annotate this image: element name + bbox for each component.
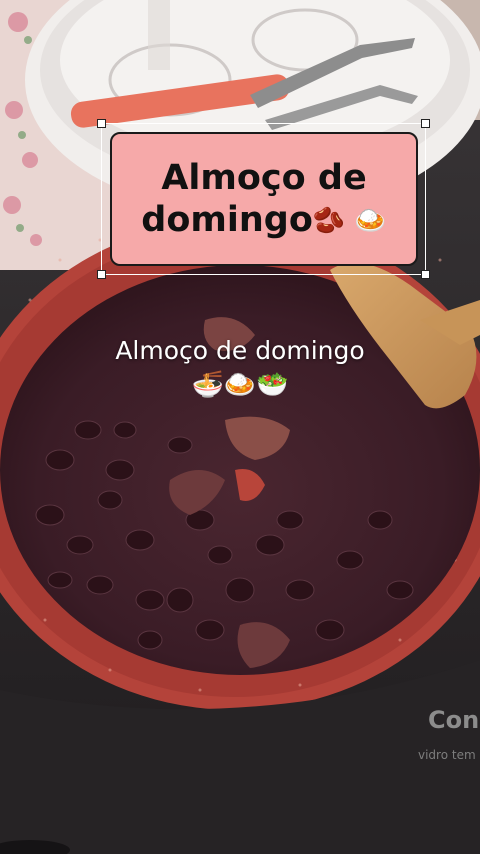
photo-background [0,0,480,854]
resize-handle-top-right[interactable] [421,119,430,128]
stove-brand-subtext: vidro tem [418,748,476,762]
title-sticker[interactable]: Almoço de domingo🫘 🍛 [110,132,418,266]
sticker-line1: Almoço de [161,157,367,198]
resize-handle-bottom-right[interactable] [421,270,430,279]
caption-emojis: 🍜🍛🥗 [191,370,289,400]
sticker-line2-text: domingo [141,199,313,240]
beans-rice-emoji: 🫘 🍛 [312,205,387,236]
video-caption: Almoço de domingo [115,336,365,365]
stove-brand-text: Con [428,706,480,734]
resize-handle-bottom-left[interactable] [97,270,106,279]
sticker-line2: domingo🫘 🍛 [141,199,386,242]
resize-handle-top-left[interactable] [97,119,106,128]
